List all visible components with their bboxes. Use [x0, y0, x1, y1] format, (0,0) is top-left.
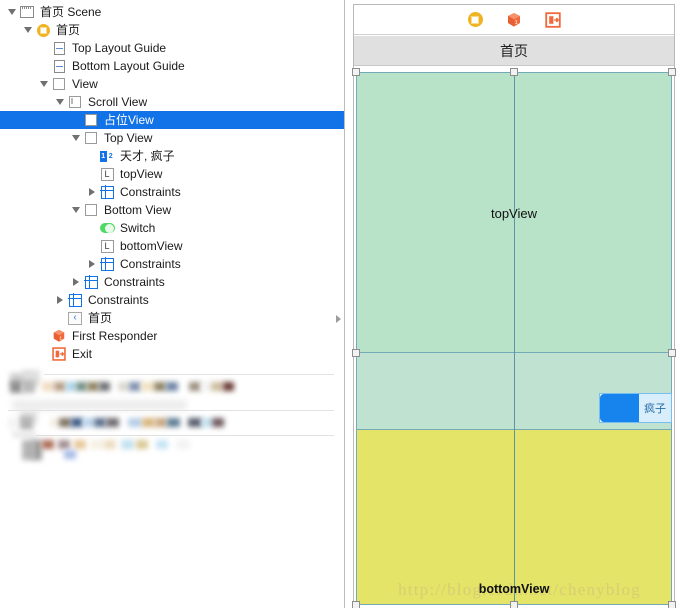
outline-row-label: First Responder: [72, 329, 158, 343]
outline-row-label: Exit: [72, 347, 93, 361]
outline-row[interactable]: 1 2 天才, 疯子: [0, 147, 344, 165]
outline-row[interactable]: 首页: [0, 21, 344, 39]
outline-row[interactable]: Exit: [0, 345, 344, 363]
redacted-lower-panel: [0, 370, 344, 482]
outline-row-label: Bottom View: [104, 203, 172, 217]
outline-row[interactable]: LbottomView: [0, 237, 344, 255]
outline-row-label: Bottom Layout Guide: [72, 59, 185, 73]
selection-handle-mid-left[interactable]: [352, 349, 360, 357]
first-responder-icon[interactable]: 1: [506, 12, 522, 28]
constraints-icon: [67, 292, 83, 308]
chevron-down-icon[interactable]: [70, 135, 82, 141]
outline-row-label: Top View: [104, 131, 153, 145]
document-outline-panel[interactable]: 首页 Scene 首页 Top Layout Guide Bottom Layout …: [0, 0, 345, 608]
segmented-control-icon: 12: [99, 150, 115, 162]
outline-row[interactable]: LtopView: [0, 165, 344, 183]
chevron-down-icon[interactable]: [38, 81, 50, 87]
constraints-icon: [99, 256, 115, 272]
back-bar-button-icon: ‹: [67, 311, 83, 325]
outline-row[interactable]: Top View: [0, 129, 344, 147]
outline-row[interactable]: Top Layout Guide: [0, 39, 344, 57]
outline-row[interactable]: Bottom Layout Guide: [0, 57, 344, 75]
switch-thumb[interactable]: [600, 394, 639, 422]
view-icon: [51, 77, 67, 91]
outline-row[interactable]: Bottom View: [0, 201, 344, 219]
outline-row-label: Top Layout Guide: [72, 41, 167, 55]
outline-row-label: Scroll View: [88, 95, 148, 109]
outline-tree[interactable]: 首页 Scene 首页 Top Layout Guide Bottom Layout …: [0, 0, 344, 363]
view-controller-icon: [35, 23, 51, 37]
switch-control[interactable]: 疯子: [599, 393, 672, 423]
outline-row[interactable]: ‹ 首页: [0, 309, 344, 327]
chevron-down-icon[interactable]: [54, 99, 66, 105]
scroll-view-icon: [67, 95, 83, 109]
outline-row[interactable]: View: [0, 75, 344, 93]
chevron-right-icon[interactable]: [86, 188, 98, 196]
outline-row-label: Switch: [120, 221, 156, 235]
outline-row[interactable]: Constraints: [0, 255, 344, 273]
navigation-bar: 首页: [354, 36, 674, 66]
selection-handle-bottom-center[interactable]: [510, 601, 518, 608]
switch-label: 疯子: [639, 394, 671, 422]
selection-handle-bottom-right[interactable]: [668, 601, 676, 608]
outline-row-label: View: [72, 77, 98, 91]
selection-handle-mid-right[interactable]: [668, 349, 676, 357]
chevron-right-icon[interactable]: [70, 278, 82, 286]
view-controller-icon[interactable]: [467, 12, 483, 27]
scene-dock-toolbar[interactable]: 1: [354, 5, 674, 35]
label-icon: L: [99, 167, 115, 181]
first-responder-icon: 1: [51, 329, 67, 343]
view-icon: [83, 131, 99, 145]
outline-row[interactable]: Switch: [0, 219, 344, 237]
top-layout-guide-icon: [51, 41, 67, 55]
constraints-icon: [83, 274, 99, 290]
switch-icon: [99, 221, 115, 235]
outline-row-label: 首页 Scene: [40, 5, 102, 19]
constraints-icon: [99, 184, 115, 200]
outline-row[interactable]: 1 First Responder: [0, 327, 344, 345]
view-controller-scene-frame: 1 首页 topView http://blog.csdn.net/chenyb…: [352, 4, 676, 608]
outline-row[interactable]: Constraints: [0, 291, 344, 309]
outline-row-label: 首页: [88, 311, 113, 325]
scene-icon: [19, 5, 35, 19]
navbar-title: 首页: [500, 42, 528, 59]
chevron-down-icon[interactable]: [6, 9, 18, 15]
outline-row[interactable]: 占位View: [0, 111, 344, 129]
label-icon: L: [99, 239, 115, 253]
bottom-view-label: bottomView: [478, 582, 550, 596]
chevron-right-icon[interactable]: [54, 296, 66, 304]
canvas-panel[interactable]: 1 首页 topView http://blog.csdn.net/chenyb…: [345, 0, 676, 608]
gutter-expand-arrow[interactable]: [336, 315, 341, 323]
chevron-down-icon[interactable]: [70, 207, 82, 213]
selection-handle-top-left[interactable]: [352, 68, 360, 76]
bottom-layout-guide-icon: [51, 59, 67, 73]
selection-handle-top-center[interactable]: [510, 68, 518, 76]
svg-text:1: 1: [514, 20, 517, 26]
view-icon: [83, 203, 99, 217]
outline-row-label: topView: [120, 167, 163, 181]
outline-row-label: Constraints: [88, 293, 149, 307]
outline-row-label: bottomView: [120, 239, 183, 253]
outline-row-label: Constraints: [120, 257, 181, 271]
selection-handle-top-right[interactable]: [668, 68, 676, 76]
outline-row[interactable]: Constraints: [0, 183, 344, 201]
selection-handle-bottom-left[interactable]: [352, 601, 360, 608]
outline-row[interactable]: Scroll View: [0, 93, 344, 111]
outline-row-label: 天才, 疯子: [120, 149, 175, 163]
outline-row-label: 首页: [56, 23, 81, 37]
top-view-label: topView: [490, 206, 537, 221]
exit-icon[interactable]: [544, 11, 561, 28]
center-guide-line-bottom: [514, 353, 515, 605]
view-icon: [83, 113, 99, 127]
outline-row[interactable]: Constraints: [0, 273, 344, 291]
exit-icon: [51, 347, 67, 361]
chevron-right-icon[interactable]: [86, 260, 98, 268]
outline-row-label: Constraints: [104, 275, 165, 289]
chevron-down-icon[interactable]: [22, 27, 34, 33]
outline-row[interactable]: 首页 Scene: [0, 3, 344, 21]
xcode-storyboard-editor: 首页 Scene 首页 Top Layout Guide Bottom Layout …: [0, 0, 676, 608]
outline-row-label: Constraints: [120, 185, 181, 199]
outline-row-label: 占位View: [104, 113, 154, 127]
svg-text:1: 1: [59, 336, 62, 342]
